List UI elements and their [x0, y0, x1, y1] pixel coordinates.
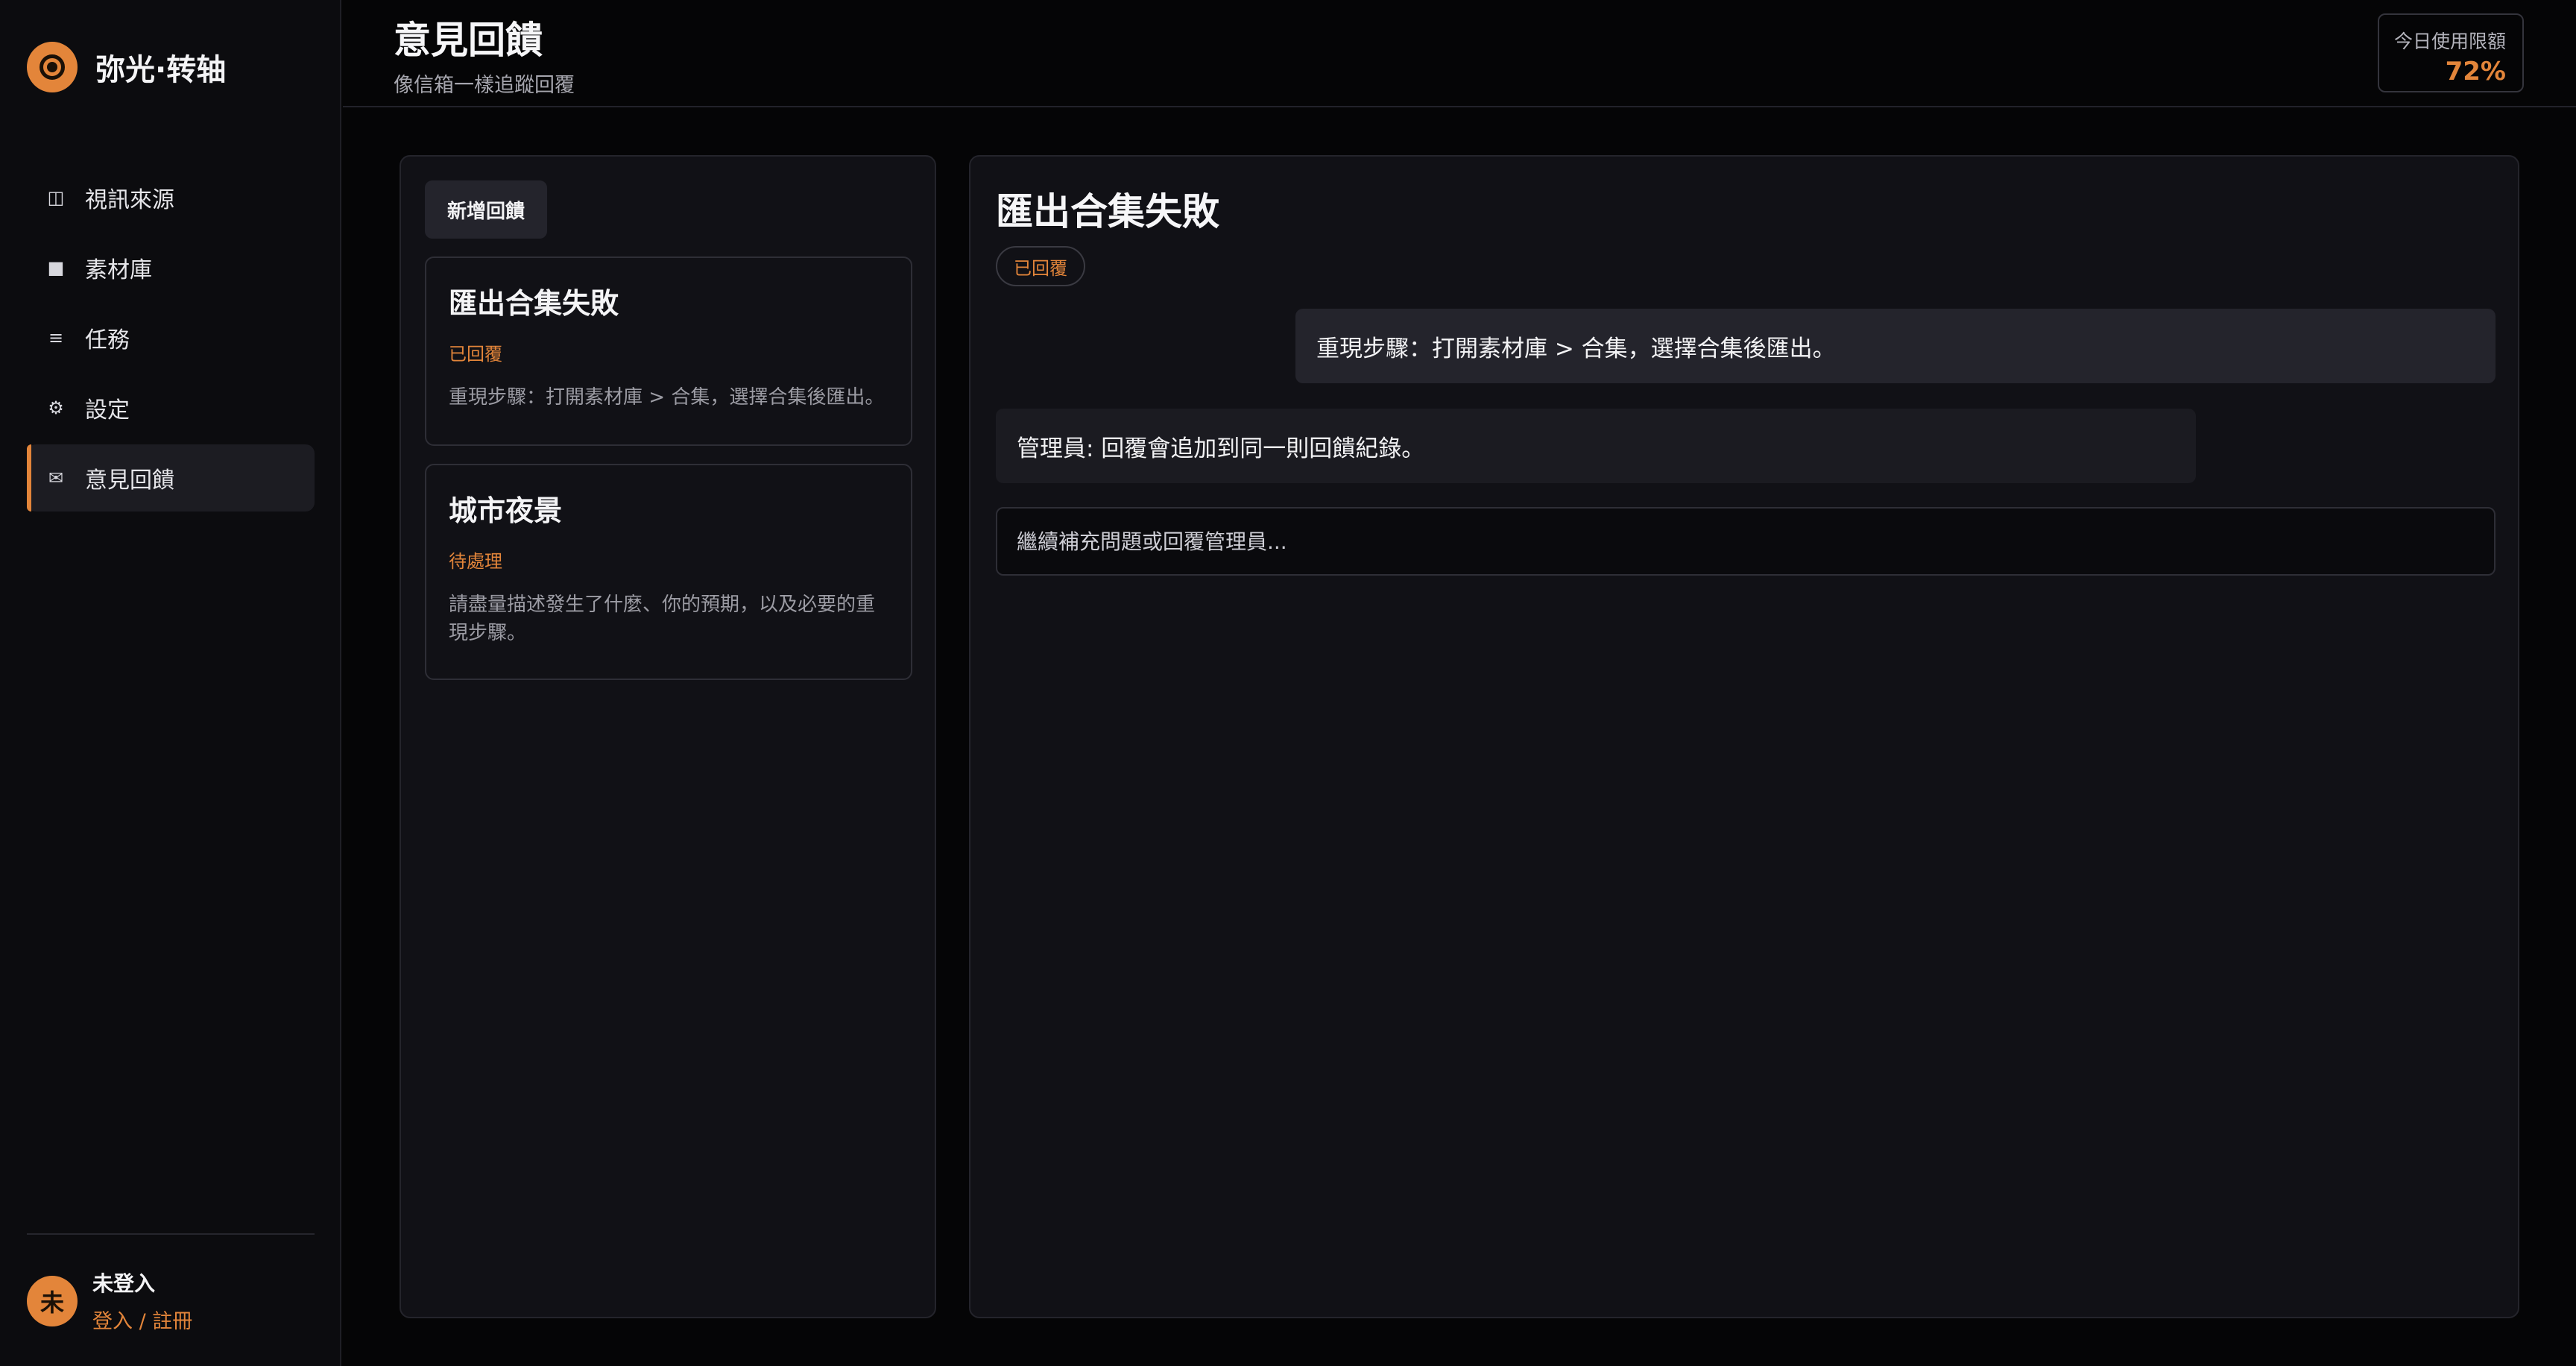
- feedback-card-description: 請盡量描述發生了什麼、你的預期，以及必要的重現步驟。: [449, 594, 876, 644]
- page-header: 意見回饋 像信箱一樣追蹤回覆 今日使用限額 72%: [343, 0, 2576, 107]
- quota-value: 72%: [2445, 57, 2506, 86]
- orbit-logo-icon: [27, 42, 78, 92]
- sidebar-item-label: 素材庫: [85, 257, 152, 283]
- library-icon: ■: [47, 257, 65, 278]
- sidebar-item-label: 任務: [85, 327, 130, 353]
- status-badge: 已回覆: [449, 344, 502, 365]
- user-panel: 未 未登入 登入 / 註冊: [27, 1268, 192, 1334]
- feedback-card[interactable]: 匯出合集失敗 已回覆 重現步驟：打開素材庫 > 合集，選擇合集後匯出。: [425, 256, 912, 446]
- sidebar-item-settings[interactable]: ⚙ 設定: [27, 374, 315, 441]
- login-register-link[interactable]: 登入 / 註冊: [92, 1305, 192, 1334]
- app-name: 弥光·转轴: [95, 53, 227, 87]
- reply-input[interactable]: [996, 507, 2496, 576]
- sidebar-divider: [27, 1233, 315, 1235]
- sidebar-item-video-source[interactable]: ◫ 視訊來源: [27, 164, 315, 231]
- mail-icon: ✉: [48, 468, 64, 488]
- user-name: 未登入: [92, 1271, 156, 1296]
- sidebar-item-label: 設定: [85, 397, 130, 424]
- feedback-list-panel: 新增回饋 匯出合集失敗 已回覆 重現步驟：打開素材庫 > 合集，選擇合集後匯出。…: [400, 155, 936, 1318]
- sidebar: 弥光·转轴 ◫ 視訊來源 ■ 素材庫 ≡ 任務 ⚙ 設定 ✉ 意見回饋 未 未登…: [0, 0, 341, 1366]
- brand[interactable]: 弥光·转轴: [27, 42, 226, 92]
- feedback-card-title: 匯出合集失敗: [449, 287, 619, 320]
- feedback-card-title: 城市夜景: [449, 494, 563, 527]
- gear-icon: ⚙: [48, 397, 64, 418]
- sidebar-item-tasks[interactable]: ≡ 任務: [27, 304, 315, 371]
- new-feedback-button[interactable]: 新增回饋: [425, 180, 547, 239]
- feedback-card[interactable]: 城市夜景 待處理 請盡量描述發生了什麼、你的預期，以及必要的重現步驟。: [425, 464, 912, 680]
- page-title: 意見回饋: [394, 19, 543, 62]
- status-badge: 待處理: [449, 551, 502, 572]
- sidebar-item-label: 視訊來源: [85, 187, 174, 213]
- feedback-detail-panel: 匯出合集失敗 已回覆 重現步驟：打開素材庫 > 合集，選擇合集後匯出。 管理員:…: [969, 155, 2519, 1318]
- admin-message-bubble: 管理員: 回覆會追加到同一則回饋紀錄。: [996, 409, 2196, 483]
- sidebar-nav: ◫ 視訊來源 ■ 素材庫 ≡ 任務 ⚙ 設定 ✉ 意見回饋: [27, 164, 315, 514]
- user-message-bubble: 重現步驟：打開素材庫 > 合集，選擇合集後匯出。: [1295, 309, 2496, 383]
- feedback-detail-title: 匯出合集失敗: [996, 190, 1219, 233]
- page-subtitle: 像信箱一樣追蹤回覆: [394, 74, 575, 97]
- feedback-card-description: 重現步驟：打開素材庫 > 合集，選擇合集後匯出。: [449, 386, 885, 409]
- sidebar-item-label: 意見回饋: [85, 468, 174, 494]
- tasks-icon: ≡: [48, 327, 64, 348]
- usage-quota-badge: 今日使用限額 72%: [2378, 13, 2524, 92]
- avatar[interactable]: 未: [27, 1275, 78, 1326]
- sidebar-item-feedback[interactable]: ✉ 意見回饋: [27, 444, 315, 512]
- sidebar-item-library[interactable]: ■ 素材庫: [27, 234, 315, 301]
- quota-label: 今日使用限額: [2393, 31, 2506, 52]
- status-badge: 已回覆: [996, 246, 1085, 286]
- video-source-icon: ◫: [47, 187, 65, 208]
